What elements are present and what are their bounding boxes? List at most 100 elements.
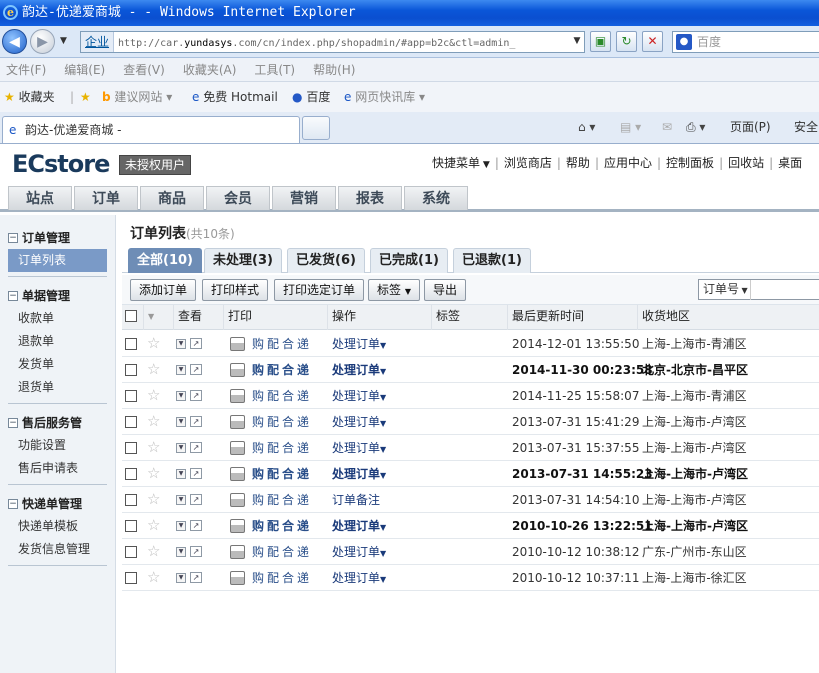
table-row[interactable]: ☆ ▼ ↗ 购配合递 处理订单▼ 2010-10-12 10:37:11 上海-上海市-徐汇… [122, 565, 819, 591]
desktop-link[interactable]: 桌面 [778, 156, 802, 170]
open-window-icon[interactable]: ↗ [190, 364, 202, 375]
sidebar-item-returns[interactable]: 退货单 [0, 376, 115, 399]
sidebar-item-order-list[interactable]: 订单列表 [8, 249, 107, 272]
row-checkbox[interactable] [125, 520, 137, 532]
column-updated[interactable]: 最后更新时间 [508, 305, 638, 330]
expand-icon[interactable]: ▼ [176, 521, 186, 531]
collapse-icon[interactable]: − [8, 233, 18, 243]
back-arrow-icon[interactable]: ◀ [2, 29, 27, 54]
print-links[interactable]: 购配合递 [252, 383, 312, 409]
table-row[interactable]: ☆ ▼ ↗ 购配合递 处理订单▼ 2014-11-25 15:58:07 上海-上海市-青浦… [122, 383, 819, 409]
add-order-button[interactable]: 添加订单 [130, 279, 197, 301]
history-dropdown-icon[interactable]: ▼ [60, 36, 67, 46]
operation-link[interactable]: 处理订单▼ [332, 331, 386, 357]
open-window-icon[interactable]: ↗ [190, 442, 202, 453]
sidebar-group-documents[interactable]: − 单据管理 [0, 285, 115, 307]
home-icon[interactable]: ⌂ ▾ [578, 112, 595, 142]
table-row[interactable]: ☆ ▼ ↗ 购配合递 处理订单▼ 2013-07-31 14:55:23 上海-上海市-卢湾… [122, 461, 819, 487]
compat-view-icon[interactable]: ▣ [590, 31, 611, 52]
safety-menu[interactable]: 安全 [794, 112, 818, 142]
print-style-button[interactable]: 打印样式 [202, 279, 269, 301]
sidebar-item-shipments[interactable]: 发货单 [0, 353, 115, 376]
expand-icon[interactable]: ▼ [176, 391, 186, 401]
table-row[interactable]: ☆ ▼ ↗ 购配合递 订单备注 2013-07-31 14:54:10 上海-上海市-卢湾区 [122, 487, 819, 513]
print-links[interactable]: 购配合递 [252, 409, 312, 435]
row-checkbox[interactable] [125, 546, 137, 558]
open-window-icon[interactable]: ↗ [190, 520, 202, 531]
operation-link[interactable]: 处理订单▼ [332, 435, 386, 461]
row-checkbox[interactable] [125, 494, 137, 506]
stop-icon[interactable]: ✕ [642, 31, 663, 52]
expand-icon[interactable]: ▼ [176, 469, 186, 479]
select-all-checkbox[interactable] [122, 305, 144, 330]
mail-icon[interactable]: ✉ [662, 112, 672, 142]
sidebar-item-refunds[interactable]: 退款单 [0, 330, 115, 353]
table-row[interactable]: ☆ ▼ ↗ 购配合递 处理订单▼ 2013-07-31 15:41:29 上海-上海市-卢湾… [122, 409, 819, 435]
print-links[interactable]: 购配合递 [252, 331, 312, 357]
recycle-bin-link[interactable]: 回收站 [728, 156, 764, 170]
column-area[interactable]: 收货地区 [638, 305, 819, 330]
security-zone[interactable]: 企业 [81, 32, 115, 52]
menu-file[interactable]: 文件(F) [6, 63, 46, 77]
menu-edit[interactable]: 编辑(E) [64, 63, 105, 77]
table-row[interactable]: ☆ ▼ ↗ 购配合递 处理订单▼ 2014-12-01 13:55:50 上海-上海市-青浦… [122, 331, 819, 357]
filter-select[interactable]: 订单号 ▼ [698, 279, 819, 300]
row-checkbox[interactable] [125, 468, 137, 480]
sidebar-group-orders[interactable]: − 订单管理 [0, 227, 115, 249]
baidu-link[interactable]: ● 百度 [292, 82, 330, 112]
open-window-icon[interactable]: ↗ [190, 468, 202, 479]
operation-link[interactable]: 处理订单▼ [332, 409, 386, 435]
table-row[interactable]: ☆ ▼ ↗ 购配合递 处理订单▼ 2010-10-12 10:38:12 广东-广州市-东山… [122, 539, 819, 565]
star-icon[interactable]: ☆ [147, 464, 160, 482]
row-checkbox[interactable] [125, 442, 137, 454]
sidebar-group-aftersales[interactable]: − 售后服务管 [0, 412, 115, 434]
operation-link[interactable]: 处理订单▼ [332, 539, 386, 565]
favorites-button[interactable]: ★ 收藏夹 [4, 82, 55, 112]
web-slice-link[interactable]: e 网页快讯库 ▾ [344, 82, 425, 112]
star-icon[interactable]: ☆ [147, 438, 160, 456]
star-icon[interactable]: ☆ [147, 542, 160, 560]
quick-menu-link[interactable]: 快捷菜单 [432, 156, 480, 170]
row-checkbox[interactable] [125, 364, 137, 376]
tab-completed[interactable]: 已完成(1) [370, 248, 448, 273]
menu-favorites[interactable]: 收藏夹(A) [183, 63, 237, 77]
star-icon[interactable]: ☆ [147, 360, 160, 378]
sort-icon[interactable]: ▼ [144, 305, 174, 330]
operation-link[interactable]: 处理订单▼ [332, 461, 386, 487]
export-button[interactable]: 导出 [424, 279, 467, 301]
sidebar-item-express-templates[interactable]: 快递单模板 [0, 515, 115, 538]
star-icon[interactable]: ☆ [147, 490, 160, 508]
menu-help[interactable]: 帮助(H) [313, 63, 355, 77]
tab-all[interactable]: 全部(10) [128, 248, 202, 273]
add-to-favorites-icon[interactable]: ★ [80, 82, 91, 112]
star-icon[interactable]: ☆ [147, 568, 160, 586]
open-window-icon[interactable]: ↗ [190, 416, 202, 427]
nav-tab-members[interactable]: 会员 [206, 186, 270, 210]
menu-view[interactable]: 查看(V) [123, 63, 165, 77]
operation-link[interactable]: 处理订单▼ [332, 565, 386, 591]
row-checkbox[interactable] [125, 572, 137, 584]
collapse-icon[interactable]: − [8, 499, 18, 509]
forward-arrow-icon[interactable]: ▶ [30, 29, 55, 54]
sidebar-item-receipts[interactable]: 收款单 [0, 307, 115, 330]
nav-tab-site[interactable]: 站点 [8, 186, 72, 210]
table-row[interactable]: ☆ ▼ ↗ 购配合递 处理订单▼ 2010-10-26 13:22:51 上海-上海市-卢湾… [122, 513, 819, 539]
nav-tab-system[interactable]: 系统 [404, 186, 468, 210]
print-links[interactable]: 购配合递 [252, 435, 312, 461]
browser-tab-active[interactable]: e 韵达-优递爱商城 - [2, 116, 300, 143]
nav-tab-orders[interactable]: 订单 [74, 186, 138, 210]
open-window-icon[interactable]: ↗ [190, 390, 202, 401]
browse-store-link[interactable]: 浏览商店 [504, 156, 552, 170]
nav-tab-marketing[interactable]: 营销 [272, 186, 336, 210]
print-links[interactable]: 购配合递 [252, 539, 312, 565]
nav-tab-goods[interactable]: 商品 [140, 186, 204, 210]
refresh-icon[interactable]: ↻ [616, 31, 637, 52]
collapse-icon[interactable]: − [8, 418, 18, 428]
row-checkbox[interactable] [125, 416, 137, 428]
tag-button[interactable]: 标签 ▼ [368, 279, 420, 301]
operation-link[interactable]: 处理订单▼ [332, 383, 386, 409]
open-window-icon[interactable]: ↗ [190, 494, 202, 505]
sidebar-item-settings[interactable]: 功能设置 [0, 434, 115, 457]
sidebar-item-aftersales-requests[interactable]: 售后申请表 [0, 457, 115, 480]
feeds-icon[interactable]: ▤ ▾ [620, 112, 641, 142]
